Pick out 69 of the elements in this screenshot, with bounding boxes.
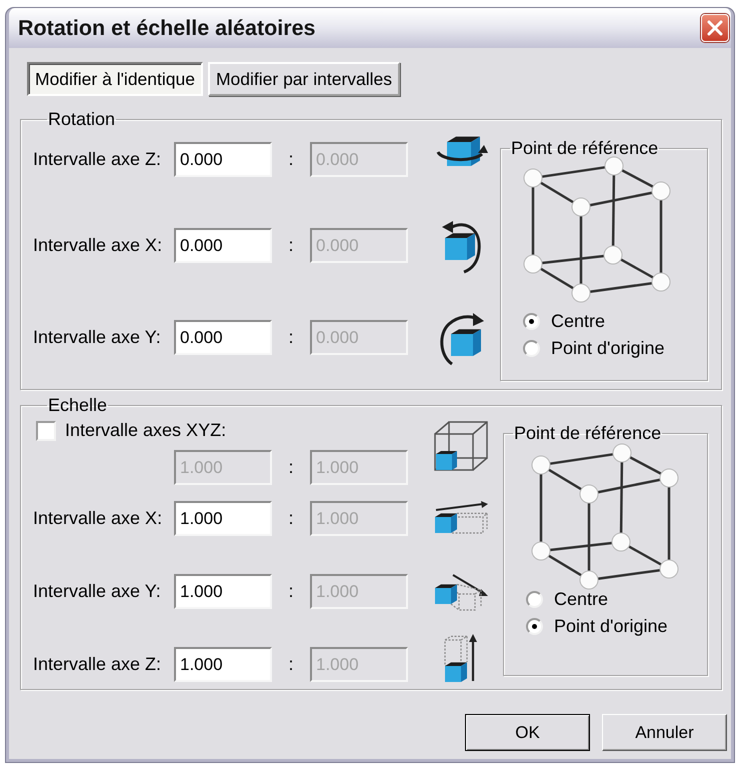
radio-option[interactable]: Centre xyxy=(523,312,606,330)
radio-option[interactable]: Point d'origine xyxy=(523,339,665,357)
range-separator: : xyxy=(288,234,294,257)
cube-edge-line xyxy=(548,468,582,490)
mode-tab[interactable]: Modifier à l'identique xyxy=(27,62,203,96)
field-label: Intervalle axe Y: xyxy=(33,581,161,601)
cube-edge-line xyxy=(629,456,662,475)
range-separator: : xyxy=(288,580,294,603)
radio-option[interactable]: Point d'origine xyxy=(526,617,668,635)
cube-edge-line xyxy=(540,474,542,542)
number-field[interactable]: 0.000 xyxy=(174,228,272,263)
dialog-button[interactable]: OK xyxy=(465,714,590,751)
number-field[interactable]: 1.000 xyxy=(174,501,272,536)
range-separator: : xyxy=(288,326,294,349)
field-label: Intervalle axe Z: xyxy=(33,149,162,169)
corner-node-icon[interactable] xyxy=(612,532,630,552)
field-label: Intervalle axe X: xyxy=(33,508,162,528)
cube-edge-line xyxy=(590,282,652,294)
cube-edge-line xyxy=(542,166,606,178)
cube-edge-line xyxy=(532,187,534,255)
close-icon xyxy=(707,20,723,36)
checkbox[interactable]: Intervalle axes XYZ: xyxy=(36,420,226,441)
range-separator: : xyxy=(288,653,294,676)
window-title: Rotation et échelle aléatoires xyxy=(18,14,316,42)
corner-node-icon[interactable] xyxy=(572,198,590,216)
cube-stretch-icon xyxy=(443,634,479,682)
corner-node-icon[interactable] xyxy=(524,168,542,188)
cube-edge-line xyxy=(540,182,574,204)
number-field[interactable]: 1.000 xyxy=(174,574,272,609)
corner-node-icon[interactable] xyxy=(580,570,598,590)
field-label: Intervalle axe X: xyxy=(33,235,162,255)
cube-edge-line xyxy=(620,258,654,279)
number-field[interactable]: 0.000 xyxy=(174,320,272,355)
corner-node-icon[interactable] xyxy=(660,468,678,488)
corner-node-icon[interactable] xyxy=(604,156,624,176)
corner-node-icon[interactable] xyxy=(532,456,550,474)
corner-node-icon[interactable] xyxy=(652,272,670,292)
cube-edge-line xyxy=(621,169,654,188)
cube-edge-line xyxy=(548,554,582,576)
radio-option[interactable]: Centre xyxy=(526,590,608,608)
number-field[interactable]: 1.000 xyxy=(174,647,272,682)
corner-node-icon[interactable] xyxy=(524,254,542,274)
cube-in-wireframe-icon xyxy=(433,420,489,472)
cube-edge-line xyxy=(598,568,660,580)
range-separator: : xyxy=(288,507,294,530)
cube-edge-line xyxy=(550,453,614,465)
cube-stretch-icon xyxy=(433,500,489,536)
mode-tab[interactable]: Modifier par intervalles xyxy=(208,62,400,96)
group-title: Point de référence xyxy=(513,423,662,443)
group-title: Point de référence xyxy=(510,138,660,158)
corner-node-icon[interactable] xyxy=(572,284,590,302)
cube-edge-line xyxy=(628,545,662,566)
corner-node-icon[interactable] xyxy=(652,182,670,200)
dialog-button[interactable]: Annuler xyxy=(602,714,727,751)
range-separator: : xyxy=(288,456,294,479)
field-label: Intervalle axe Y: xyxy=(33,327,161,347)
group-title: Rotation xyxy=(47,109,116,129)
cube-edge-line xyxy=(540,268,574,290)
corner-node-icon[interactable] xyxy=(604,246,622,264)
range-separator: : xyxy=(288,148,294,171)
corner-node-icon[interactable] xyxy=(580,484,598,504)
corner-node-icon[interactable] xyxy=(612,444,632,462)
group-title: Echelle xyxy=(47,395,108,415)
cube-stretch-icon xyxy=(433,572,489,612)
number-field[interactable]: 0.000 xyxy=(174,142,272,177)
field-label: Intervalle axe Z: xyxy=(33,654,162,674)
corner-node-icon[interactable] xyxy=(660,560,678,578)
corner-node-icon[interactable] xyxy=(532,542,550,560)
close-button[interactable] xyxy=(701,14,729,42)
